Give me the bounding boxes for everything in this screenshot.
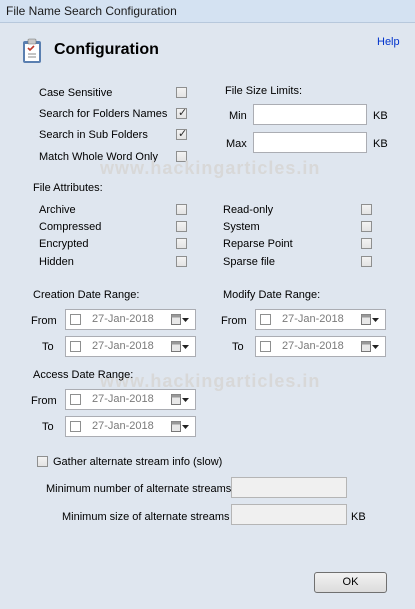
- max-size-unit: KB: [373, 138, 388, 150]
- file-attributes-title: File Attributes:: [33, 182, 103, 194]
- attr-system-label: System: [223, 221, 260, 233]
- calendar-dropdown-icon[interactable]: [171, 421, 189, 433]
- attr-reparse-checkbox[interactable]: [361, 238, 372, 249]
- modify-from-checkbox[interactable]: [260, 314, 271, 325]
- attr-encrypted-checkbox[interactable]: [176, 238, 187, 249]
- watermark-text: www.hackingarticles.in: [100, 158, 321, 178]
- access-from-date: 27-Jan-2018: [92, 393, 154, 405]
- min-size-streams-input[interactable]: [231, 504, 347, 525]
- calendar-dropdown-icon[interactable]: [361, 341, 379, 353]
- gather-streams-checkbox[interactable]: [37, 456, 48, 467]
- attr-system-checkbox[interactable]: [361, 221, 372, 232]
- modify-range-title: Modify Date Range:: [223, 289, 321, 301]
- creation-to-checkbox[interactable]: [70, 341, 81, 352]
- access-to-picker[interactable]: 27-Jan-2018: [65, 416, 196, 437]
- modify-to-date: 27-Jan-2018: [282, 340, 344, 352]
- modify-from-date: 27-Jan-2018: [282, 313, 344, 325]
- attr-readonly-label: Read-only: [223, 204, 274, 216]
- modify-from-label: From: [221, 315, 247, 327]
- creation-range-title: Creation Date Range:: [33, 289, 140, 301]
- modify-from-picker[interactable]: 27-Jan-2018: [255, 309, 386, 330]
- modify-to-picker[interactable]: 27-Jan-2018: [255, 336, 386, 357]
- ok-button[interactable]: OK: [314, 572, 387, 593]
- dialog: Configuration Help Case Sensitive Search…: [0, 0, 415, 609]
- min-size-label: Min: [229, 110, 247, 122]
- creation-from-picker[interactable]: 27-Jan-2018: [65, 309, 196, 330]
- attr-archive-checkbox[interactable]: [176, 204, 187, 215]
- modify-to-label: To: [232, 341, 244, 353]
- case-sensitive-checkbox[interactable]: [176, 87, 187, 98]
- attr-reparse-label: Reparse Point: [223, 238, 293, 250]
- creation-from-label: From: [31, 315, 57, 327]
- creation-from-date: 27-Jan-2018: [92, 313, 154, 325]
- min-number-streams-input[interactable]: [231, 477, 347, 498]
- attr-sparse-checkbox[interactable]: [361, 256, 372, 267]
- access-to-checkbox[interactable]: [70, 421, 81, 432]
- min-number-streams-label: Minimum number of alternate streams: [46, 483, 232, 495]
- max-size-label: Max: [226, 138, 247, 150]
- creation-to-date: 27-Jan-2018: [92, 340, 154, 352]
- min-size-streams-unit: KB: [351, 511, 366, 523]
- search-sub-folders-label: Search in Sub Folders: [39, 129, 148, 141]
- attr-archive-label: Archive: [39, 204, 76, 216]
- access-to-label: To: [42, 421, 54, 433]
- file-size-title: File Size Limits:: [225, 85, 303, 97]
- min-size-streams-label: Minimum size of alternate streams: [62, 511, 230, 523]
- attr-compressed-checkbox[interactable]: [176, 221, 187, 232]
- calendar-dropdown-icon[interactable]: [361, 314, 379, 326]
- creation-to-picker[interactable]: 27-Jan-2018: [65, 336, 196, 357]
- access-to-date: 27-Jan-2018: [92, 420, 154, 432]
- search-folder-names-label: Search for Folders Names: [39, 108, 168, 120]
- access-from-picker[interactable]: 27-Jan-2018: [65, 389, 196, 410]
- search-folder-names-checkbox[interactable]: [176, 106, 187, 119]
- calendar-dropdown-icon[interactable]: [171, 314, 189, 326]
- access-from-checkbox[interactable]: [70, 394, 81, 405]
- access-from-label: From: [31, 395, 57, 407]
- attr-hidden-checkbox[interactable]: [176, 256, 187, 267]
- page-title: Configuration: [54, 41, 159, 58]
- attr-compressed-label: Compressed: [39, 221, 102, 233]
- max-size-input[interactable]: [253, 132, 367, 153]
- case-sensitive-label: Case Sensitive: [39, 87, 113, 99]
- clipboard-icon: [23, 38, 41, 63]
- calendar-dropdown-icon[interactable]: [171, 394, 189, 406]
- attr-encrypted-label: Encrypted: [39, 238, 89, 250]
- calendar-dropdown-icon[interactable]: [171, 341, 189, 353]
- search-sub-folders-checkbox[interactable]: [176, 127, 187, 140]
- min-size-unit: KB: [373, 110, 388, 122]
- gather-streams-label: Gather alternate stream info (slow): [53, 456, 223, 468]
- access-range-title: Access Date Range:: [33, 369, 134, 381]
- help-link[interactable]: Help: [377, 36, 400, 48]
- modify-to-checkbox[interactable]: [260, 341, 271, 352]
- attr-sparse-label: Sparse file: [223, 256, 275, 268]
- attr-hidden-label: Hidden: [39, 256, 74, 268]
- creation-to-label: To: [42, 341, 54, 353]
- creation-from-checkbox[interactable]: [70, 314, 81, 325]
- attr-readonly-checkbox[interactable]: [361, 204, 372, 215]
- min-size-input[interactable]: [253, 104, 367, 125]
